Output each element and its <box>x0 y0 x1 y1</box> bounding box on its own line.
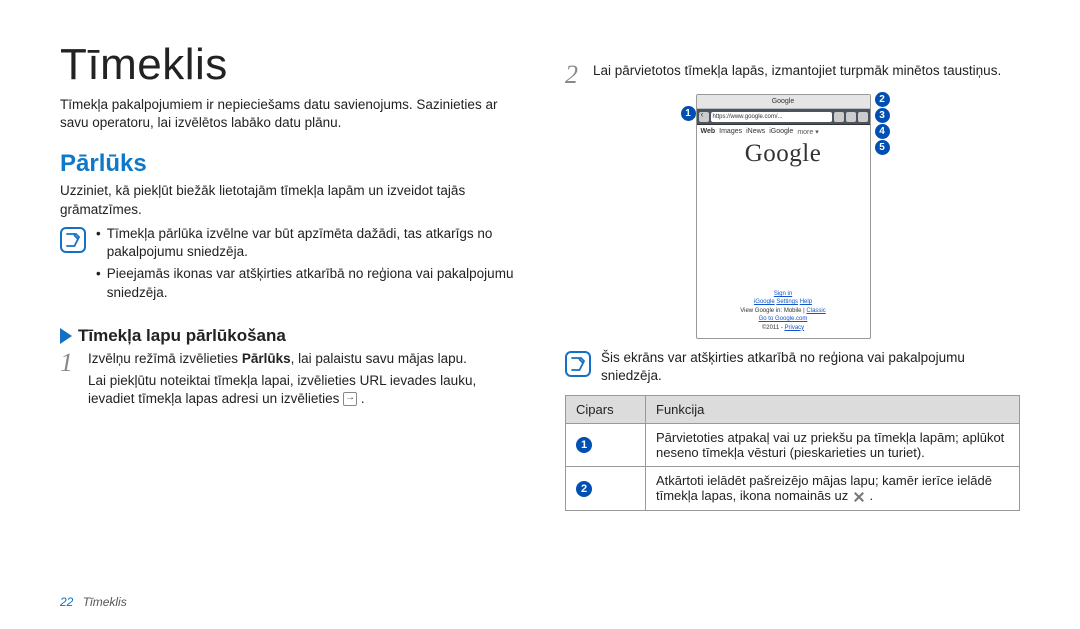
row-badge-1: 1 <box>576 437 592 453</box>
table-row: 2 Atkārtoti ielādēt pašreizējo mājas lap… <box>566 467 1020 511</box>
note-icon <box>565 351 591 377</box>
page-footer: 22 Tīmeklis <box>60 595 127 609</box>
row-text-1: Pārvietoties atpakaļ vai uz priekšu pa t… <box>646 424 1020 467</box>
section-heading: Pārlūks <box>60 150 515 178</box>
callout-2: 2 <box>875 92 890 107</box>
callout-4: 4 <box>875 124 890 139</box>
close-icon <box>852 490 866 504</box>
step-1-text: Izvēlņu režīmā izvēlieties Pārlūks, lai … <box>88 350 515 368</box>
step-1: 1 Izvēlņu režīmā izvēlieties Pārlūks, la… <box>60 350 515 413</box>
section-lead: Uzziniet, kā piekļūt biežāk lietotajām t… <box>60 182 515 218</box>
callout-5: 5 <box>875 140 890 155</box>
footer-section: Tīmeklis <box>83 595 127 609</box>
page-title: Tīmeklis <box>60 40 515 90</box>
shot-url: https://www.google.com/... <box>711 112 832 122</box>
go-icon <box>343 392 357 406</box>
screenshot-wrap: Google https://www.google.com/... Web Im… <box>565 94 1020 339</box>
note-icon <box>60 227 86 253</box>
row-badge-2: 2 <box>576 481 592 497</box>
right-note: Šis ekrāns var atšķirties atkarībā no re… <box>565 349 1020 389</box>
callout-1: 1 <box>681 106 696 121</box>
right-column: 2 Lai pārvietotos tīmekļa lapās, izmanto… <box>565 40 1020 629</box>
shot-address-bar: https://www.google.com/... <box>697 109 870 125</box>
forward-icon <box>858 112 868 122</box>
left-column: Tīmeklis Tīmekļa pakalpojumiem ir nepiec… <box>60 40 515 629</box>
back-icon <box>699 112 709 122</box>
step-2-text: Lai pārvietotos tīmekļa lapās, izmantoji… <box>593 62 1001 84</box>
note-block: •Tīmekļa pārlūka izvēlne var būt apzīmēt… <box>60 225 515 306</box>
table-row: 1 Pārvietoties atpakaļ vai uz priekšu pa… <box>566 424 1020 467</box>
google-logo: Google <box>697 140 870 168</box>
chevron-right-icon <box>60 328 72 344</box>
th-num: Cipars <box>566 396 646 424</box>
step-number-2: 2 <box>565 62 583 88</box>
page-number: 22 <box>60 595 73 609</box>
subsection-heading: Tīmekļa lapu pārlūkošana <box>78 326 286 346</box>
right-note-text: Šis ekrāns var atšķirties atkarībā no re… <box>601 349 1020 385</box>
callout-3: 3 <box>875 108 890 123</box>
shot-footer: Sign in iGoogle Settings Help View Googl… <box>697 290 870 332</box>
note-list: •Tīmekļa pārlūka izvēlne var būt apzīmēt… <box>96 225 515 306</box>
row-text-2: Atkārtoti ielādēt pašreizējo mājas lapu;… <box>646 467 1020 511</box>
step-number-1: 1 <box>60 350 78 413</box>
intro-text: Tīmekļa pakalpojumiem ir nepieciešams da… <box>60 96 515 132</box>
subsection-heading-row: Tīmekļa lapu pārlūkošana <box>60 326 515 346</box>
bookmark-icon <box>846 112 856 122</box>
th-func: Funkcija <box>646 396 1020 424</box>
browser-screenshot: Google https://www.google.com/... Web Im… <box>696 94 871 339</box>
note-item: Tīmekļa pārlūka izvēlne var būt apzīmēta… <box>107 225 515 261</box>
callouts: 2 1 3 4 5 <box>873 94 890 155</box>
shot-title: Google <box>697 95 870 109</box>
step-2: 2 Lai pārvietotos tīmekļa lapās, izmanto… <box>565 62 1020 88</box>
step-1-cont: Lai piekļūtu noteiktai tīmekļa lapai, iz… <box>88 372 515 408</box>
reload-icon <box>834 112 844 122</box>
function-table: Cipars Funkcija 1 Pārvietoties atpakaļ v… <box>565 395 1020 511</box>
note-item: Pieejamās ikonas var atšķirties atkarībā… <box>107 265 515 301</box>
